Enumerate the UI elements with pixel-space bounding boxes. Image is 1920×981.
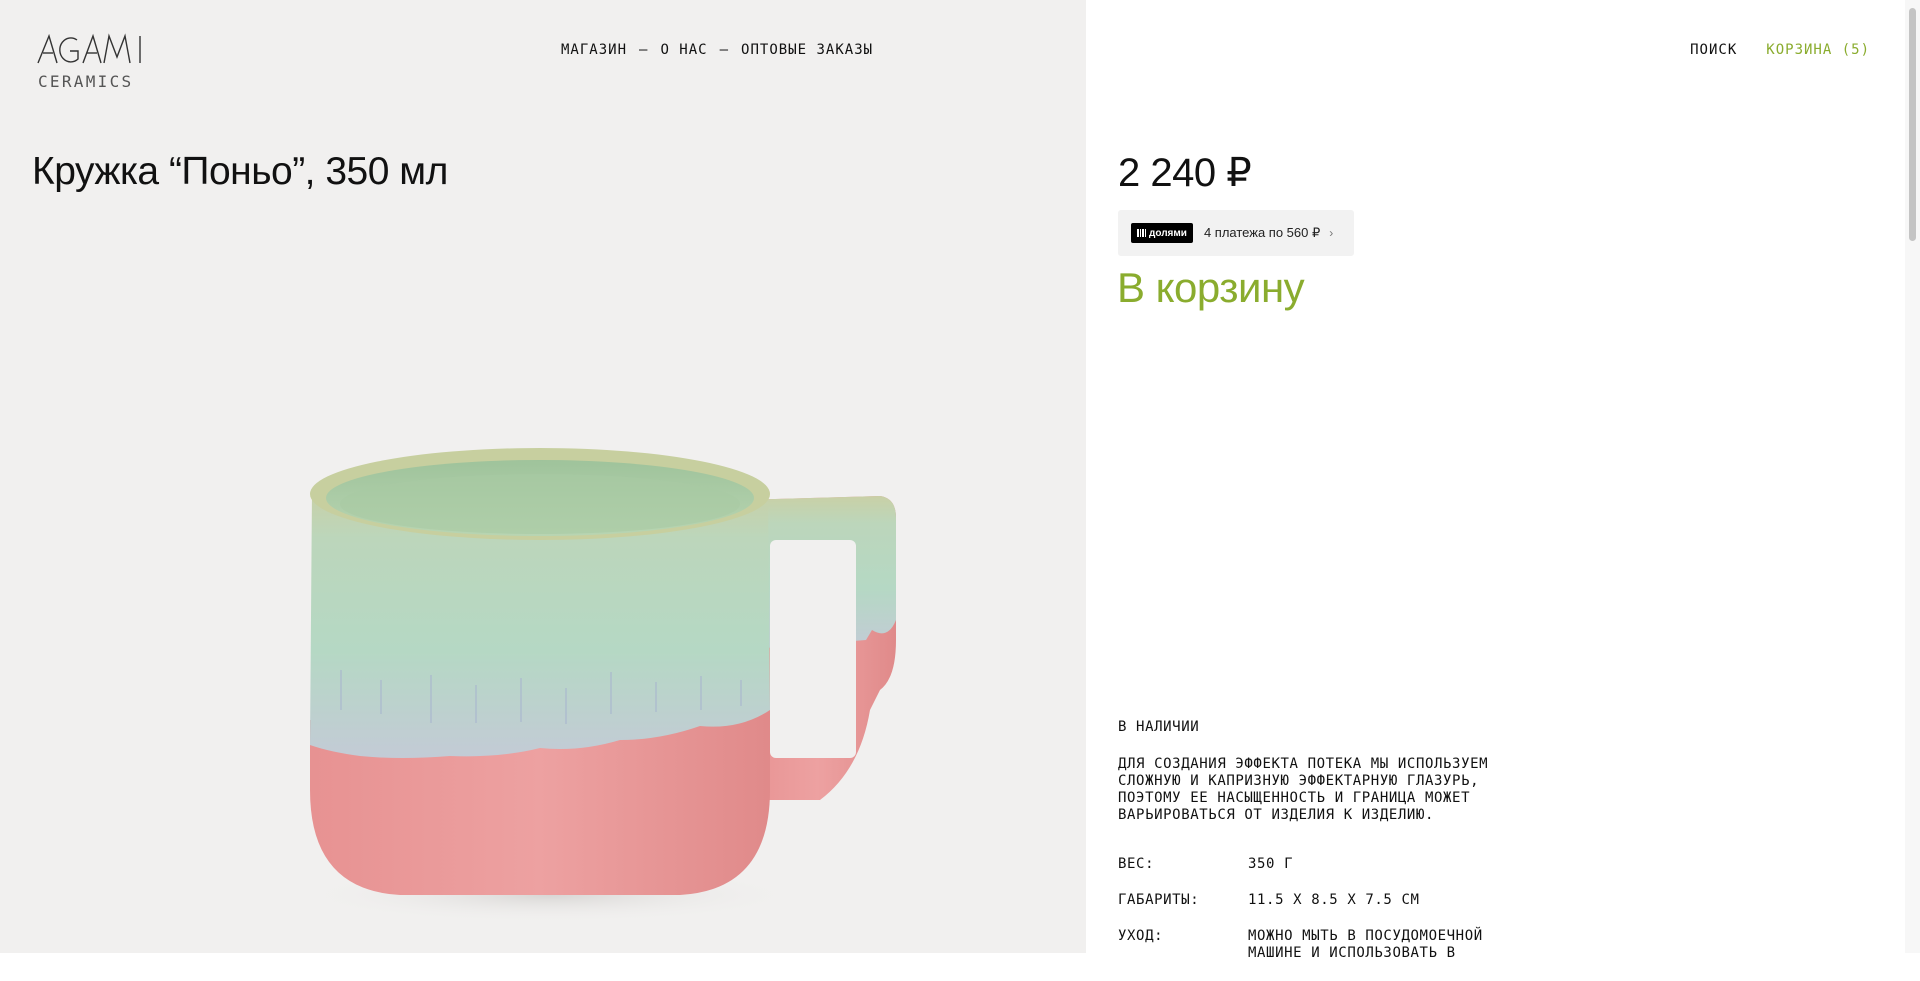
nav-separator: —	[639, 42, 649, 58]
installments-text: 4 платежа по 560 ₽	[1203, 225, 1321, 240]
spec-row-weight: ВЕС: 350 Г	[1118, 856, 1578, 873]
cart-link[interactable]: КОРЗИНА (5)	[1766, 42, 1870, 58]
header-actions: ПОИСК КОРЗИНА (5)	[1690, 42, 1870, 58]
logo-subtitle: CERAMICS	[38, 72, 134, 91]
product-price: 2 240 ₽	[1118, 151, 1252, 195]
spec-value: 11.5 Х 8.5 Х 7.5 СМ	[1248, 892, 1420, 908]
product-image-panel: CERAMICS МАГАЗИН — О НАС — ОПТОВЫЕ ЗАКАЗ…	[0, 0, 1086, 953]
dolyami-badge-label: долями	[1149, 227, 1187, 239]
product-title: Кружка “Поньо”, 350 мл	[32, 150, 448, 193]
nav-separator: —	[719, 42, 730, 58]
spec-value: МОЖНО МЫТЬ В ПОСУДОМОЕЧНОЙ МАШИНЕ И ИСПО…	[1248, 928, 1483, 961]
availability-status: В НАЛИЧИИ	[1118, 719, 1200, 735]
chevron-right-icon: ›	[1329, 226, 1334, 240]
add-to-cart-button[interactable]: В корзину	[1117, 264, 1305, 312]
spec-label: ВЕС:	[1118, 856, 1155, 872]
spec-row-care: УХОД: МОЖНО МЫТЬ В ПОСУДОМОЕЧНОЙ МАШИНЕ …	[1118, 928, 1578, 962]
page-scrollbar[interactable]	[1905, 0, 1920, 953]
spec-value: 350 Г	[1248, 856, 1294, 872]
scrollbar-thumb[interactable]	[1909, 8, 1916, 241]
search-link[interactable]: ПОИСК	[1690, 42, 1737, 58]
brand-logo[interactable]: CERAMICS	[37, 33, 147, 93]
product-description: ДЛЯ СОЗДАНИЯ ЭФФЕКТА ПОТЕКА МЫ ИСПОЛЬЗУЕ…	[1118, 756, 1489, 823]
nav-wholesale[interactable]: ОПТОВЫЕ ЗАКАЗЫ	[741, 42, 873, 58]
logo-wordmark	[37, 33, 141, 64]
spec-row-dimensions: ГАБАРИТЫ: 11.5 Х 8.5 Х 7.5 СМ	[1118, 892, 1578, 909]
nav-shop[interactable]: МАГАЗИН	[561, 42, 627, 58]
spec-label: УХОД:	[1118, 928, 1164, 944]
nav-about[interactable]: О НАС	[660, 42, 707, 58]
spec-label: ГАБАРИТЫ:	[1118, 892, 1200, 908]
dolyami-logo: долями	[1131, 223, 1193, 243]
dolyami-bars-icon	[1137, 229, 1146, 237]
product-specs: ВЕС: 350 Г ГАБАРИТЫ: 11.5 Х 8.5 Х 7.5 СМ…	[1118, 856, 1578, 981]
product-image	[300, 448, 896, 923]
installments-widget[interactable]: долями 4 платежа по 560 ₽ ›	[1118, 210, 1354, 256]
main-nav: МАГАЗИН — О НАС — ОПТОВЫЕ ЗАКАЗЫ	[561, 42, 873, 58]
